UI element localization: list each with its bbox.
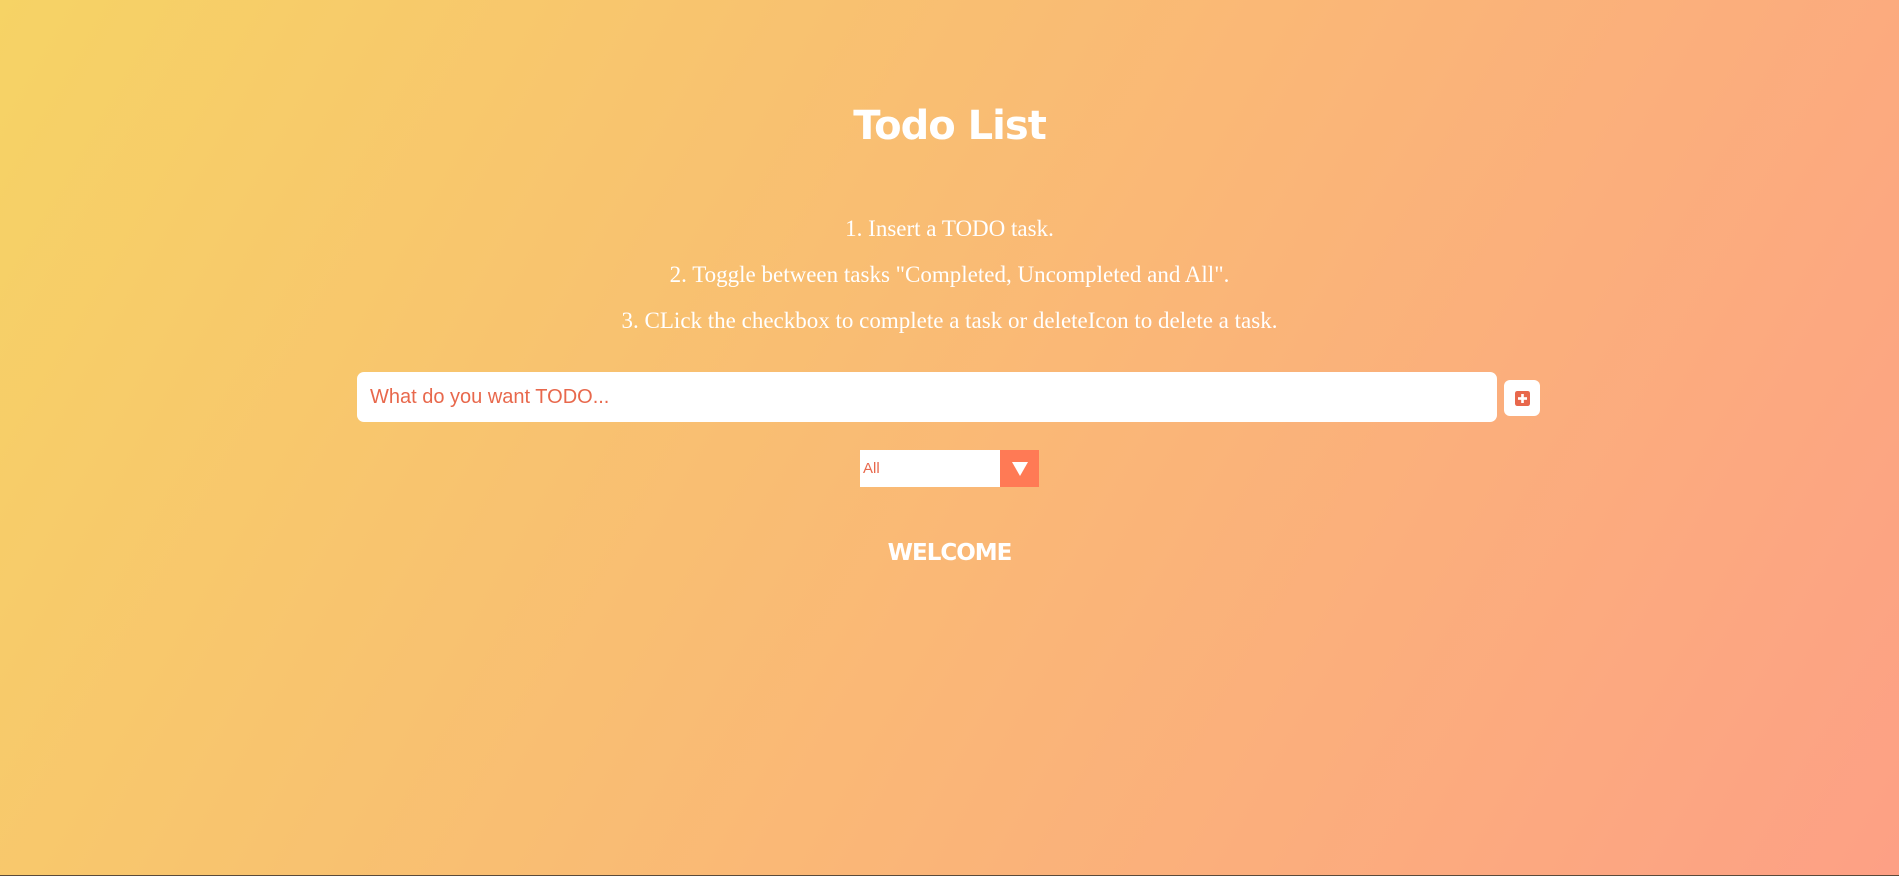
instruction-item: 2. Toggle between tasks "Completed, Unco… (669, 262, 1230, 287)
page-title: Todo List (853, 103, 1047, 149)
todo-app: Todo List 1. Insert a TODO task. 2. Togg… (0, 0, 1899, 876)
instructions-list: 1. Insert a TODO task. 2. Toggle between… (0, 212, 1899, 350)
todo-input[interactable] (357, 372, 1497, 422)
welcome-message: WELCOME (887, 540, 1013, 566)
add-todo-button[interactable] (1504, 380, 1540, 416)
plus-square-icon (1514, 390, 1530, 406)
instruction-item: 3. CLick the checkbox to complete a task… (621, 308, 1278, 333)
filter-select[interactable]: All (860, 450, 1039, 487)
triangle-down-icon (1011, 461, 1028, 476)
instruction-item: 1. Insert a TODO task. (845, 216, 1054, 241)
filter-selected-value: All (863, 460, 880, 477)
todo-form (357, 372, 1540, 422)
filter-dropdown-button[interactable] (1000, 450, 1039, 487)
